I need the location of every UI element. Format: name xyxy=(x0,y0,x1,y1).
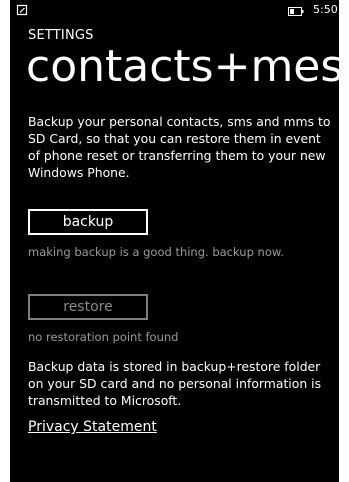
backup-description: Backup your personal contacts, sms and m… xyxy=(28,114,331,180)
restore-hint: no restoration point found xyxy=(28,330,179,344)
status-bar: 5:50 xyxy=(10,0,339,22)
page-title: contacts+messages xyxy=(26,41,339,92)
backup-button[interactable]: backup xyxy=(28,209,148,235)
backup-hint: making backup is a good thing. backup no… xyxy=(28,245,284,259)
battery-icon xyxy=(288,7,304,16)
storage-info: Backup data is stored in backup+restore … xyxy=(28,359,322,408)
signal-settings-icon xyxy=(16,4,28,16)
status-clock: 5:50 xyxy=(313,3,338,16)
restore-button[interactable]: restore xyxy=(28,294,148,320)
phone-screen: 5:50 SETTINGS contacts+messages Backup y… xyxy=(10,0,339,482)
privacy-statement-link[interactable]: Privacy Statement xyxy=(28,419,157,435)
